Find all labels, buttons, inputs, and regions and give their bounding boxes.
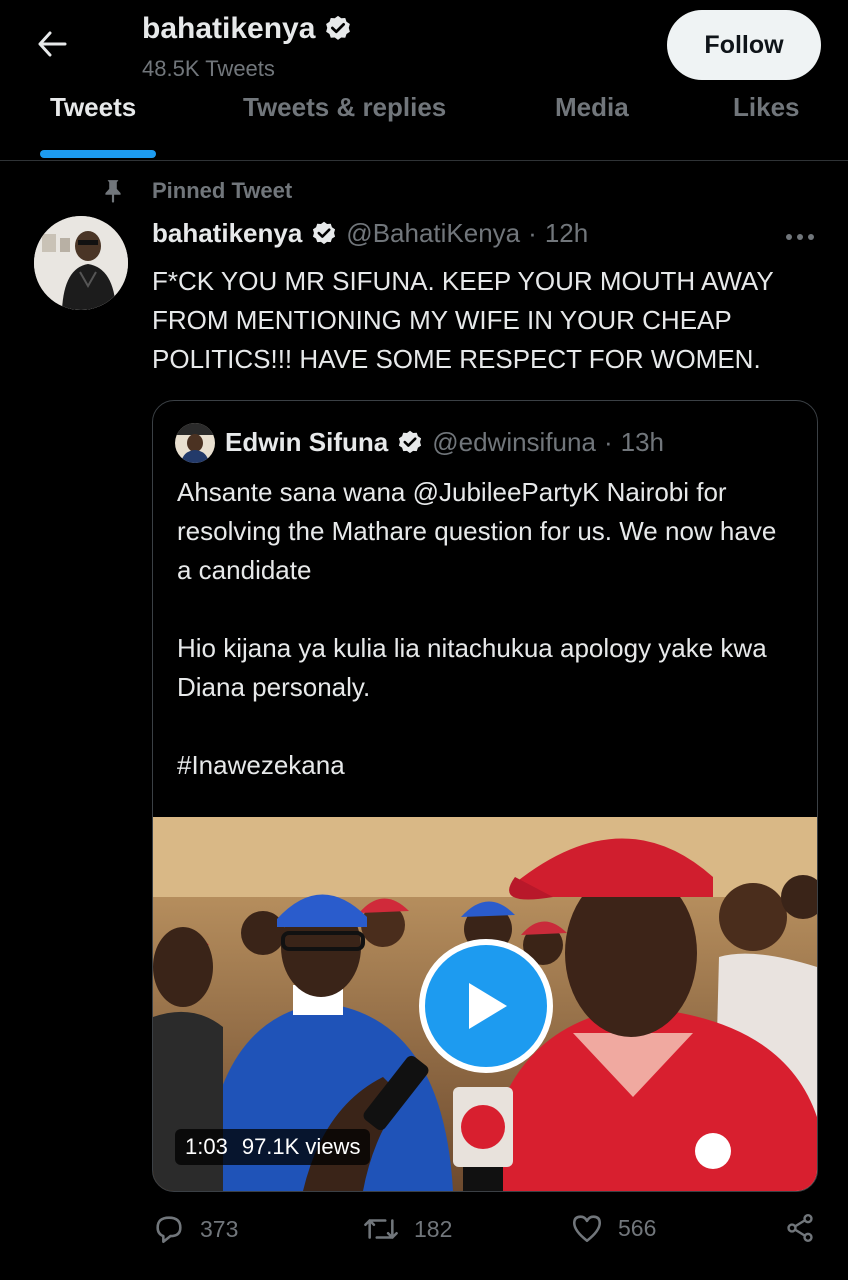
tab-tweets[interactable]: Tweets xyxy=(50,92,136,123)
video-views: 97.1K views xyxy=(241,1134,361,1159)
back-button[interactable] xyxy=(30,22,74,66)
quote-text: Ahsante sana wana @JubileePartyK Nairobi… xyxy=(177,473,797,785)
verified-icon xyxy=(326,15,351,40)
quoted-tweet[interactable]: Edwin Sifuna @edwinsifuna · 13h Ahsante … xyxy=(152,400,818,1192)
retweet-icon xyxy=(364,1219,398,1239)
pin-icon xyxy=(105,180,121,203)
tab-tweets-and-replies[interactable]: Tweets & replies xyxy=(243,92,446,123)
tweet-timestamp[interactable]: 12h xyxy=(545,218,588,249)
profile-name: bahatikenya xyxy=(142,12,353,46)
profile-header: bahatikenya 48.5K Tweets Follow Tweets T… xyxy=(0,0,848,160)
reply-count: 373 xyxy=(200,1215,239,1242)
quote-author-row: Edwin Sifuna @edwinsifuna · 13h xyxy=(225,427,664,458)
verified-icon xyxy=(313,221,336,244)
play-icon xyxy=(469,983,507,1029)
quote-avatar-image xyxy=(175,423,215,463)
pinned-tweet-label: Pinned Tweet xyxy=(152,178,293,203)
arrow-left-icon xyxy=(38,31,67,57)
tab-likes[interactable]: Likes xyxy=(733,92,800,123)
tab-media[interactable]: Media xyxy=(555,92,629,123)
author-handle[interactable]: @BahatiKenya xyxy=(346,218,520,249)
play-button[interactable] xyxy=(419,939,553,1073)
separator-dot: · xyxy=(528,218,537,248)
follow-button[interactable]: Follow xyxy=(667,10,821,80)
tweet-count: 48.5K Tweets xyxy=(142,56,275,81)
reply-button[interactable]: 373 xyxy=(152,1212,238,1246)
author-name[interactable]: bahatikenya xyxy=(152,218,302,249)
video-info-badge: 1:03 97.1K views xyxy=(175,1129,371,1165)
profile-tabs: Tweets Tweets & replies Media Likes xyxy=(0,86,848,160)
quote-paragraph: Hio kijana ya kulia lia nitachukua apolo… xyxy=(177,633,767,702)
retweet-button[interactable]: 182 xyxy=(362,1212,452,1246)
tweet-author-row: bahatikenya @BahatiKenya · 12h xyxy=(152,218,588,249)
like-button[interactable]: 566 xyxy=(570,1212,656,1244)
tweet-text: F*CK YOU MR SIFUNA. KEEP YOUR MOUTH AWAY… xyxy=(152,266,774,374)
profile-name-text: bahatikenya xyxy=(142,12,316,45)
quote-hashtag[interactable]: #Inawezekana xyxy=(177,746,797,785)
reply-icon xyxy=(156,1216,182,1244)
tweet-actions: 373 182 566 xyxy=(0,1206,848,1266)
share-icon xyxy=(787,1214,813,1242)
quote-author-name: Edwin Sifuna xyxy=(225,427,389,457)
share-button[interactable] xyxy=(784,1212,816,1244)
quote-timestamp: 13h xyxy=(620,427,665,457)
video-duration: 1:03 xyxy=(185,1134,228,1159)
pin-indicator xyxy=(100,178,126,204)
active-tab-indicator xyxy=(40,150,156,158)
separator-dot: · xyxy=(603,427,613,457)
avatar[interactable] xyxy=(34,216,128,310)
more-icon xyxy=(786,234,814,240)
quote-avatar xyxy=(175,423,215,463)
heart-icon xyxy=(572,1215,602,1243)
quote-author-handle: @edwinsifuna xyxy=(432,427,596,457)
video-thumbnail[interactable]: 1:03 97.1K views xyxy=(153,817,817,1191)
more-options-button[interactable] xyxy=(780,222,820,252)
verified-icon xyxy=(399,430,422,453)
like-count: 566 xyxy=(618,1214,657,1241)
avatar-image xyxy=(34,216,128,310)
quote-paragraph: Ahsante sana wana @JubileePartyK Nairobi… xyxy=(177,477,777,585)
retweet-count: 182 xyxy=(414,1215,453,1242)
header-divider xyxy=(0,160,848,161)
